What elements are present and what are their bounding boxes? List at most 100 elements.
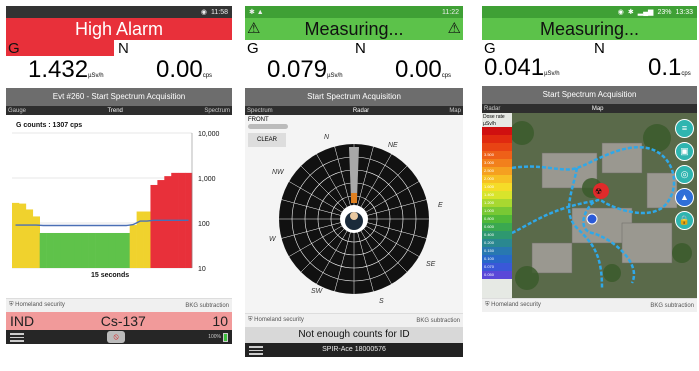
lock-button[interactable]: 🔒 [675,211,694,230]
layers-button[interactable]: ▣ [675,142,694,161]
homeland-security-mode[interactable]: ⛨ Homeland security [485,302,541,309]
legend-swatch [482,127,512,135]
view-tabs: Radar Map [482,104,697,113]
legend-swatch: 0.600 [482,223,512,231]
view-tabs: Spectrum Radar Map [245,106,463,115]
status-bar: ✱ ▲ 11:22 [245,6,463,18]
tab-gauge[interactable]: Gauge [8,108,26,114]
legend-swatch: 0.800 [482,215,512,223]
legend-swatches: 3.500 3.000 2.500 2.000 1.600 1.400 1.200 1.000… [482,127,512,279]
radiation-icon: ☢ [595,187,602,196]
menu-icon: ≡ [681,123,688,133]
legend-swatch [482,143,512,151]
measuring-title: Measuring... [304,19,404,39]
alarm-title: High Alarm [6,18,232,40]
trend-bar [95,232,103,268]
footer-status: ⛨ Homeland security BKG subtraction [6,298,232,312]
trend-bar [60,232,68,268]
trend-bar [67,232,75,268]
map-svg: ☢ [510,121,692,290]
radar-sector-hot [351,193,357,203]
bkg-subtraction-label: BKG subtraction [416,317,460,324]
y-tick-label: 10 [198,266,206,273]
status-time: 11:22 [442,8,459,16]
clear-button[interactable]: CLEAR [248,133,286,147]
dose-rate-legend: Dose rate µSv/h 3.500 3.000 2.500 2.000 1.60… [482,113,512,298]
event-bar: Evt #260 - Start Spectrum Acquisition [6,88,232,106]
bkg-subtraction-label: BKG subtraction [650,302,694,309]
legend-swatch: 0.100 [482,255,512,263]
legend-swatch: 0.050 [482,271,512,279]
neutron-label: N [594,40,605,57]
notification-icon: ✱ ▲ [249,9,264,16]
measuring-title-bar: ⚠ Measuring... ⚠ [245,18,463,40]
trend-bar [122,232,130,268]
front-toggle[interactable] [248,124,288,129]
tab-radar[interactable]: Radar [484,106,500,112]
compass-sw: SW [311,288,324,295]
identification-bar[interactable]: IND Cs-137 10 [6,312,232,330]
trend-bar [81,232,89,268]
map-view[interactable]: ☢ Dose rate µSv/h 3.500 3.000 2.500 2.000 1.… [482,113,697,298]
trend-bar [129,225,137,268]
lock-icon: 🔒 [678,215,691,225]
gamma-reading: 0.041µSv/h [484,54,560,81]
legend-swatch: 1.000 [482,207,512,215]
map-tree [672,243,692,263]
gamma-label: G [8,40,20,57]
readings-row: G N 0.079µSv/h 0.00cps [245,40,463,88]
trend-bar [12,202,20,268]
phone-screen-trend: ◉ 11:58 High Alarm G N 1.432µSv/h 0.00cp… [6,6,232,368]
x-axis-label: 15 seconds [91,272,129,279]
legend-swatch: 1.600 [482,183,512,191]
battery-icon [222,332,228,342]
gamma-reading: 1.432µSv/h [28,56,104,83]
tab-map[interactable]: Map [592,106,604,112]
chart-annotation: G counts : 1307 cps [16,122,82,129]
map-tree [510,121,534,145]
event-bar: Start Spectrum Acquisition [245,88,463,106]
navigate-button[interactable]: ▲ [675,188,694,207]
compass-ne: NE [388,142,398,149]
battery-percent: 23% [657,8,672,16]
tab-trend[interactable]: Trend [107,108,122,114]
trend-bar [157,180,165,268]
tab-map[interactable]: Map [449,108,461,114]
legend-swatch: 2.000 [482,175,512,183]
locate-button[interactable]: ◎ [675,165,694,184]
compass-w: W [269,236,277,243]
tab-spectrum[interactable]: Spectrum [204,108,230,114]
homeland-security-mode[interactable]: ⛨ Homeland security [248,317,304,324]
warning-icon[interactable]: ⚠ [247,20,260,37]
trend-bar [150,184,158,268]
menu-button[interactable]: ≡ [675,119,694,138]
location-icon: ◉ [200,9,207,16]
status-bar: ◉ 11:58 [6,6,232,18]
homeland-security-mode[interactable]: ⛨ Homeland security [9,302,65,309]
event-bar: Start Spectrum Acquisition [482,86,697,104]
tab-radar[interactable]: Radar [353,108,369,114]
phone-screen-radar: ✱ ▲ 11:22 ⚠ Measuring... ⚠ G N 0.079µSv/… [245,6,463,368]
legend-swatch: 0.200 [482,239,512,247]
compass-n: N [324,134,330,141]
menu-icon[interactable] [10,332,24,342]
trend-bar [46,232,54,268]
menu-icon[interactable] [249,346,263,355]
trend-bar [164,176,172,268]
neutron-reading: 0.00cps [395,56,452,83]
measuring-title-bar: Measuring... [482,18,697,40]
legend-swatch [482,135,512,143]
trash-icon[interactable]: ⦸ [107,331,126,343]
warning-icon[interactable]: ⚠ [448,20,461,37]
category-label: IND [10,313,35,329]
readings-row: G N 0.041µSv/h 0.1cps [482,40,697,86]
id-message: Not enough counts for ID [245,327,463,343]
gamma-label: G [247,40,259,57]
compass-e: E [438,202,443,209]
legend-swatch: 2.500 [482,167,512,175]
bluetooth-icon: ✱ [627,9,634,16]
layers-icon: ▣ [680,146,689,156]
tab-spectrum[interactable]: Spectrum [247,108,273,114]
y-tick-label: 100 [198,221,210,228]
map-tree [515,266,539,290]
